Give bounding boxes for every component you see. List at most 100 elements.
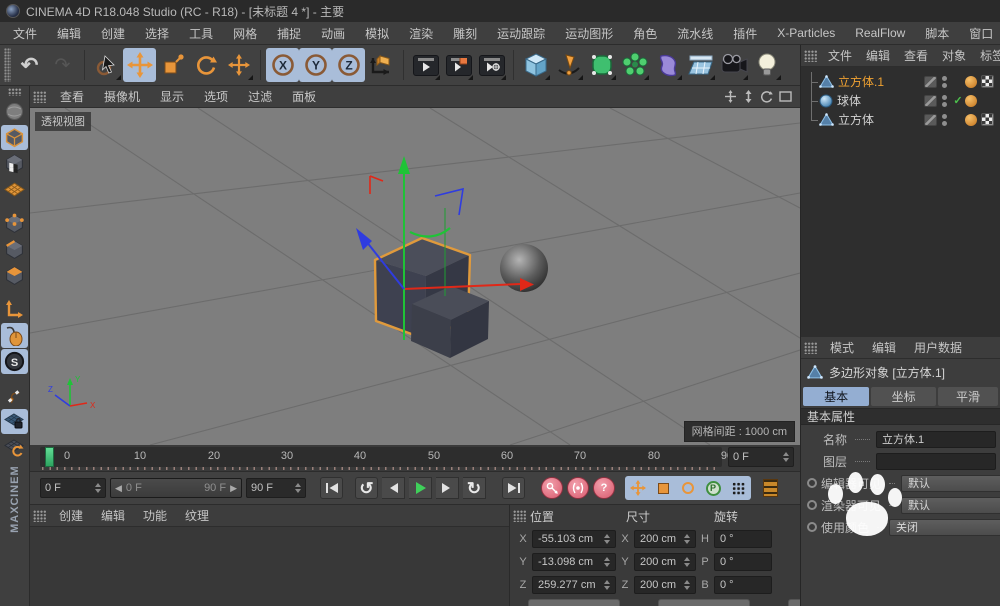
scale-tool-button[interactable] [156, 48, 189, 82]
layer-toggle-icon[interactable] [924, 95, 937, 107]
menu-item[interactable]: 渲染 [400, 23, 442, 44]
size-field[interactable]: 200 cm [634, 530, 696, 548]
viewport-menu-item[interactable]: 面板 [282, 86, 326, 107]
menu-item[interactable]: 工具 [180, 23, 222, 44]
undo-button[interactable]: ↶ [13, 48, 46, 82]
next-frame-button[interactable] [436, 477, 459, 499]
object-manager-menu-item[interactable]: 编辑 [859, 45, 897, 66]
menu-item[interactable]: 动画 [312, 23, 354, 44]
viewport-menu-item[interactable]: 过滤 [238, 86, 282, 107]
move-tool-button[interactable] [123, 48, 156, 82]
next-key-button[interactable]: ↻ [463, 477, 486, 499]
model-mode-button[interactable] [1, 125, 28, 150]
viewport-rotate-icon[interactable] [760, 90, 773, 103]
selection-tool-button[interactable] [90, 48, 123, 82]
timeline-window-icon[interactable] [763, 479, 778, 497]
keyframe-selection-button[interactable]: ? [593, 477, 615, 499]
autokeying-button[interactable] [567, 477, 589, 499]
keyframe-dot-icon[interactable] [807, 500, 817, 510]
size-field[interactable]: 200 cm [634, 553, 696, 571]
spinner-icon[interactable] [295, 483, 301, 493]
menu-item[interactable]: 窗口 [960, 23, 1000, 44]
spinner-icon[interactable] [783, 452, 789, 462]
object-name[interactable]: 立方体.1 [838, 73, 924, 90]
editor-visible-dropdown[interactable]: 默认 [901, 475, 1000, 492]
record-rotation-toggle[interactable] [676, 477, 700, 499]
record-scale-toggle[interactable] [651, 477, 675, 499]
enabled-check-icon[interactable]: ✓ [951, 94, 965, 107]
render-visible-dropdown[interactable]: 默认 [901, 497, 1000, 514]
menu-item[interactable]: RealFlow [846, 24, 914, 42]
position-field[interactable]: 259.277 cm [532, 576, 616, 594]
object-manager-menu-item[interactable]: 标签 [973, 45, 1000, 66]
layer-toggle-icon[interactable] [924, 114, 937, 126]
uvw-tag-icon[interactable] [981, 113, 994, 126]
visibility-dots-icon[interactable] [940, 114, 948, 126]
menu-item[interactable]: 网格 [224, 23, 266, 44]
spinner-icon[interactable] [684, 534, 690, 544]
menu-item[interactable]: 流水线 [668, 23, 722, 44]
add-spline-pen-button[interactable] [552, 48, 585, 82]
spinner-icon[interactable] [604, 580, 610, 590]
environment-floor-button[interactable] [684, 48, 717, 82]
material-menu-item[interactable]: 功能 [134, 505, 176, 526]
last-tool-button[interactable] [222, 48, 255, 82]
viewport-menu-item[interactable]: 查看 [50, 86, 94, 107]
timeline-playhead[interactable] [45, 447, 54, 467]
current-frame-field[interactable]: 0 F [40, 478, 106, 498]
record-keyframe-button[interactable] [541, 477, 563, 499]
lock-z-axis-button[interactable]: Z [332, 48, 365, 82]
spinner-icon[interactable] [604, 557, 610, 567]
menu-item[interactable]: 运动图形 [556, 23, 622, 44]
menu-item[interactable]: 文件 [4, 23, 46, 44]
add-cube-button[interactable] [519, 48, 552, 82]
rotation-field[interactable]: 0 ° [714, 530, 772, 548]
viewport-menu-item[interactable]: 摄像机 [94, 86, 150, 107]
object-name[interactable]: 立方体 [838, 111, 924, 128]
coords-cutoff-buttons[interactable] [528, 599, 800, 606]
edges-mode-button[interactable] [1, 237, 28, 262]
spinner-icon[interactable] [684, 557, 690, 567]
menu-item[interactable]: 运动跟踪 [488, 23, 554, 44]
attribute-menu-item[interactable]: 编辑 [863, 337, 905, 358]
render-view-button[interactable] [409, 48, 442, 82]
object-row-cube[interactable]: 立方体 [801, 110, 1000, 129]
menu-item[interactable]: 创建 [92, 23, 134, 44]
viewport-zoom-icon[interactable] [743, 90, 754, 103]
visibility-dots-icon[interactable] [940, 76, 948, 88]
object-manager-menu-item[interactable]: 文件 [821, 45, 859, 66]
position-field[interactable]: -13.098 cm [532, 553, 616, 571]
phong-tag-icon[interactable] [965, 95, 977, 107]
points-mode-button[interactable] [1, 211, 28, 236]
layer-input[interactable] [876, 453, 996, 470]
visibility-dots-icon[interactable] [940, 95, 948, 107]
object-row-sphere[interactable]: 球体 ✓ [801, 91, 1000, 110]
record-point-level-toggle[interactable] [726, 477, 750, 499]
make-editable-button[interactable] [1, 99, 28, 124]
previous-frame-button[interactable] [382, 477, 405, 499]
material-menu-item[interactable]: 编辑 [92, 505, 134, 526]
menu-item[interactable]: X-Particles [768, 24, 844, 42]
play-backwards-button[interactable]: ↺ [355, 477, 378, 499]
texture-mode-button[interactable] [1, 151, 28, 176]
record-position-toggle[interactable] [626, 477, 650, 499]
deformer-button[interactable] [651, 48, 684, 82]
object-manager-grip[interactable] [804, 50, 817, 62]
subdivision-surface-button[interactable] [585, 48, 618, 82]
camera-button[interactable] [717, 48, 750, 82]
object-row-cube1[interactable]: 立方体.1 [801, 72, 1000, 91]
position-field[interactable]: -55.103 cm [532, 530, 616, 548]
object-manager-menu-item[interactable]: 查看 [897, 45, 935, 66]
record-parameter-toggle[interactable]: P [701, 477, 725, 499]
frame-range-slider[interactable]: ◀ 0 F 90 F ▶ [110, 478, 242, 498]
toolbar-grip[interactable] [4, 48, 11, 82]
tab-coordinates[interactable]: 坐标 [871, 387, 936, 406]
viewport-pan-icon[interactable] [724, 90, 737, 103]
timeline-frame-field[interactable]: 0 F [728, 447, 794, 467]
viewport-menu-item[interactable]: 显示 [150, 86, 194, 107]
layer-toggle-icon[interactable] [924, 76, 937, 88]
spinner-icon[interactable] [604, 534, 610, 544]
range-left-arrow-icon[interactable]: ◀ [115, 483, 122, 494]
render-to-picture-viewer-button[interactable] [442, 48, 475, 82]
attribute-menu-item[interactable]: 用户数据 [905, 337, 971, 358]
